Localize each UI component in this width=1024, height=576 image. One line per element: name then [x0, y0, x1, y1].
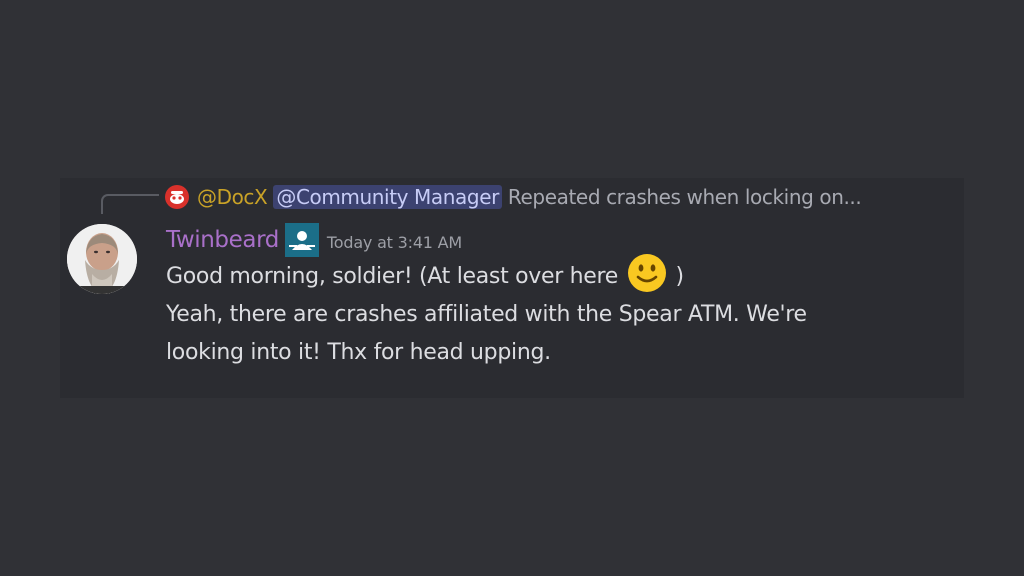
message-line-3: looking into it! Thx for head upping. [166, 340, 551, 365]
reply-author-avatar[interactable] [165, 185, 189, 209]
message-text: ) [675, 264, 684, 289]
reply-preview[interactable]: @DocX @Community Manager Repeated crashe… [165, 183, 862, 211]
slightly-smiling-face-icon[interactable] [627, 253, 667, 293]
reply-snippet[interactable]: Repeated crashes when locking on... [508, 185, 862, 209]
message-header: Twinbeard Today at 3:41 AM [166, 223, 462, 257]
role-icon[interactable] [284, 223, 319, 257]
reply-connector [101, 194, 159, 214]
user-avatar[interactable] [67, 224, 137, 294]
role-mention[interactable]: @Community Manager [273, 185, 502, 209]
message-line-1: Good morning, soldier! (At least over he… [166, 254, 946, 296]
username[interactable]: Twinbeard [166, 227, 279, 253]
message-content: Good morning, soldier! (At least over he… [166, 254, 946, 372]
message-timestamp[interactable]: Today at 3:41 AM [327, 233, 462, 252]
reply-author-name[interactable]: @DocX [197, 185, 268, 209]
message-line-2: Yeah, there are crashes affiliated with … [166, 302, 807, 327]
message-text: Good morning, soldier! (At least over he… [166, 264, 619, 289]
